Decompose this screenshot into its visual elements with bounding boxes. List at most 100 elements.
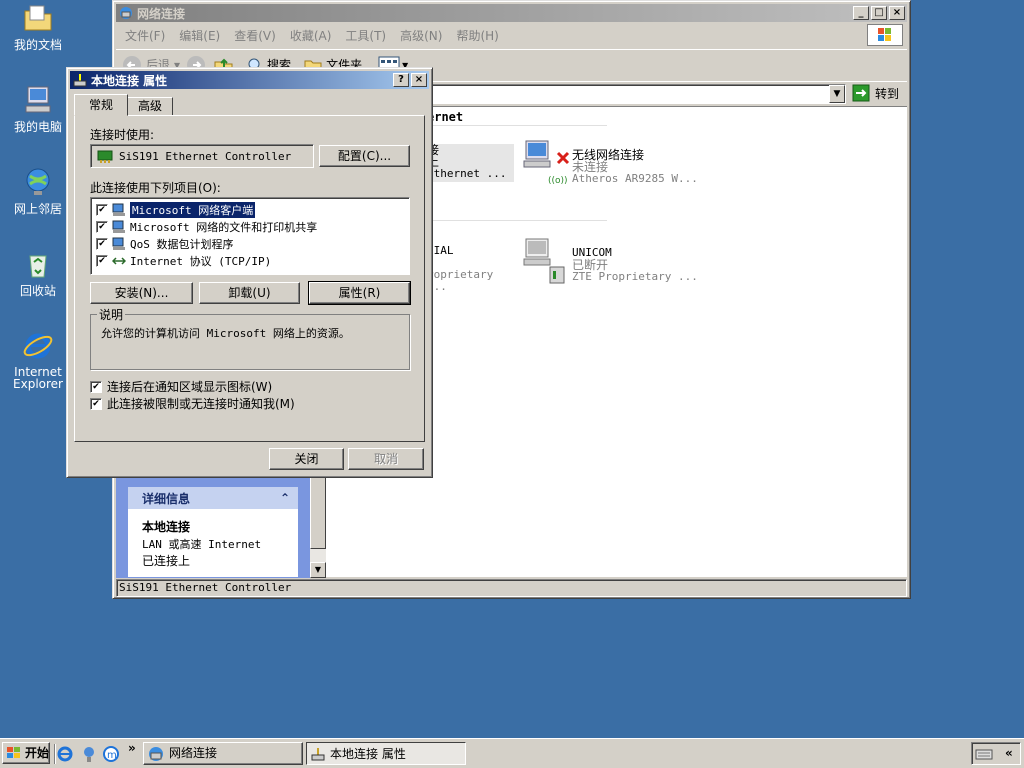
ie-quicklaunch-icon[interactable] <box>56 745 74 763</box>
taskbar-local-properties[interactable]: 本地连接 属性 <box>306 742 466 765</box>
item-checkbox[interactable] <box>96 221 108 233</box>
file-printer-sharing-icon <box>112 220 125 233</box>
details-panel: 详细信息 ⌃ 本地连接 LAN 或高速 Internet 已连接上 <box>128 487 298 577</box>
keyboard-icon[interactable] <box>975 747 993 761</box>
menu-edit[interactable]: 编辑(E) <box>172 27 227 44</box>
close-button[interactable]: × <box>411 73 427 87</box>
close-button[interactable]: × <box>889 6 905 20</box>
details-name: 本地连接 <box>142 520 191 534</box>
computer-icon <box>22 84 54 116</box>
description-label: 说明 <box>97 306 126 323</box>
adapter-field: SiS191 Ethernet Controller <box>90 144 314 168</box>
network-connections-icon <box>120 7 132 19</box>
desktop-icon-label: 网上邻居 <box>13 202 62 216</box>
go-arrow-icon <box>852 84 870 102</box>
uninstall-button[interactable]: 卸载(U) <box>199 282 300 304</box>
show-icon-option[interactable]: 连接后在通知区域显示图标(W) <box>90 378 272 395</box>
items-label: 此连接使用下列项目(O): <box>90 181 221 195</box>
maximize-button[interactable]: □ <box>871 6 887 20</box>
desktop-icon-my-documents[interactable]: 我的文档 <box>6 2 70 52</box>
status-bar: SiS191 Ethernet Controller <box>116 579 907 597</box>
go-button[interactable]: 转到 <box>852 84 899 102</box>
item-checkbox[interactable] <box>96 238 108 250</box>
group-divider <box>427 125 607 126</box>
notify-option[interactable]: 此连接被限制或无连接时通知我(M) <box>90 395 295 412</box>
menu-help[interactable]: 帮助(H) <box>449 27 505 44</box>
configure-button[interactable]: 配置(C)... <box>319 145 410 167</box>
network-connections-icon <box>149 746 163 761</box>
network-client-icon <box>112 203 125 216</box>
tray-expand-icon[interactable]: « <box>1005 746 1013 760</box>
connection-dial[interactable]: DIAL roprietary ... <box>427 245 517 293</box>
tab-panel-general: 连接时使用: SiS191 Ethernet Controller 配置(C).… <box>74 115 425 442</box>
window-titlebar[interactable]: 网络连接 _ □ × <box>116 4 907 22</box>
help-button[interactable]: ? <box>393 73 409 87</box>
item-checkbox[interactable] <box>96 204 108 216</box>
connection-unicom[interactable]: UNICOM 已断开 ZTE Proprietary ... <box>520 237 700 287</box>
connection-local-area[interactable]: 接 上 Ethernet ... <box>427 144 514 182</box>
windows-flag-icon <box>7 747 20 758</box>
network-globe-icon <box>22 166 54 198</box>
system-tray: « <box>971 742 1021 765</box>
tab-advanced[interactable]: 高级 <box>127 97 173 116</box>
window-title: 网络连接 <box>137 6 186 21</box>
install-button[interactable]: 安装(N)... <box>90 282 193 304</box>
desktop-icon-label: Internet Explorer <box>13 365 63 391</box>
menu-tools[interactable]: 工具(T) <box>338 27 393 44</box>
details-header[interactable]: 详细信息 ⌃ <box>128 487 298 509</box>
list-item[interactable]: Microsoft 网络的文件和打印机共享 <box>96 219 317 235</box>
cancel-button[interactable]: 取消 <box>348 448 424 470</box>
desktop-icon-network-places[interactable]: 网上邻居 <box>6 166 70 216</box>
group-divider <box>427 220 607 221</box>
start-button[interactable]: 开始 <box>2 742 50 764</box>
address-dropdown-button[interactable]: ▼ <box>829 85 845 103</box>
collapse-chevron-icon: ⌃ <box>279 491 290 505</box>
details-type: LAN 或高速 Internet <box>142 538 262 551</box>
network-adapter-icon <box>97 150 113 163</box>
scroll-down-button[interactable]: ▼ <box>310 562 326 578</box>
desktop-icon-label: 我的电脑 <box>13 120 62 134</box>
item-checkbox[interactable] <box>96 255 108 267</box>
connection-wireless[interactable]: ((o)) 无线网络连接 未连接 Atheros AR9285 W... <box>520 139 700 185</box>
menu-bar: 文件(F) 编辑(E) 查看(V) 收藏(A) 工具(T) 高级(N) 帮助(H… <box>116 24 907 46</box>
wireless-disconnected-icon: ((o)) <box>523 140 570 185</box>
menu-advanced[interactable]: 高级(N) <box>393 27 449 44</box>
address-input[interactable]: ▼ <box>428 84 846 104</box>
minimize-button[interactable]: _ <box>853 6 869 20</box>
windows-logo-icon <box>867 24 903 46</box>
quicklaunch-chevron-icon[interactable]: » <box>128 741 136 755</box>
list-item[interactable]: Internet 协议 (TCP/IP) <box>96 253 271 269</box>
recycle-bin-icon <box>22 248 54 280</box>
taskbar: 开始 m » 网络连接 本地连接 属性 « <box>0 738 1024 768</box>
list-item[interactable]: QoS 数据包计划程序 <box>96 236 234 252</box>
menu-favorites[interactable]: 收藏(A) <box>283 27 339 44</box>
desktop-icon-internet-explorer[interactable]: Internet Explorer <box>6 330 70 390</box>
svg-text:((o)): ((o)) <box>548 176 568 185</box>
connect-using-label: 连接时使用: <box>90 128 155 142</box>
svg-text:m: m <box>107 750 117 761</box>
menu-view[interactable]: 查看(V) <box>227 27 283 44</box>
dialog-titlebar[interactable]: 本地连接 属性 ? × <box>70 71 429 89</box>
scrollbar-thumb[interactable] <box>310 477 326 549</box>
components-list[interactable]: Microsoft 网络客户端 Microsoft 网络的文件和打印机共享 Qo… <box>90 197 410 275</box>
description-text: 允许您的计算机访问 Microsoft 网络上的资源。 <box>101 327 350 340</box>
desktop-icon-label: 我的文档 <box>13 38 62 52</box>
local-area-properties-dialog: 本地连接 属性 ? × 常规 高级 连接时使用: SiS191 Ethernet… <box>66 67 433 478</box>
messenger-icon[interactable]: m <box>102 745 120 763</box>
internet-explorer-icon <box>22 330 54 362</box>
description-group: 说明 允许您的计算机访问 Microsoft 网络上的资源。 <box>90 306 410 370</box>
close-dialog-button[interactable]: 关闭 <box>269 448 344 470</box>
dialup-modem-icon <box>523 238 565 284</box>
list-item[interactable]: Microsoft 网络客户端 <box>96 202 256 218</box>
protocol-icon <box>112 257 126 265</box>
tab-general[interactable]: 常规 <box>74 94 128 116</box>
dialog-title: 本地连接 属性 <box>91 73 168 88</box>
show-icon-checkbox[interactable] <box>90 380 102 393</box>
notify-checkbox[interactable] <box>90 397 102 410</box>
desktop-icon-recycle-bin[interactable]: 回收站 <box>6 248 70 298</box>
menu-file[interactable]: 文件(F) <box>116 27 172 44</box>
properties-button[interactable]: 属性(R) <box>308 281 411 305</box>
media-player-icon[interactable] <box>80 745 98 763</box>
desktop-icon-my-computer[interactable]: 我的电脑 <box>6 84 70 134</box>
taskbar-network-connections[interactable]: 网络连接 <box>143 742 303 765</box>
